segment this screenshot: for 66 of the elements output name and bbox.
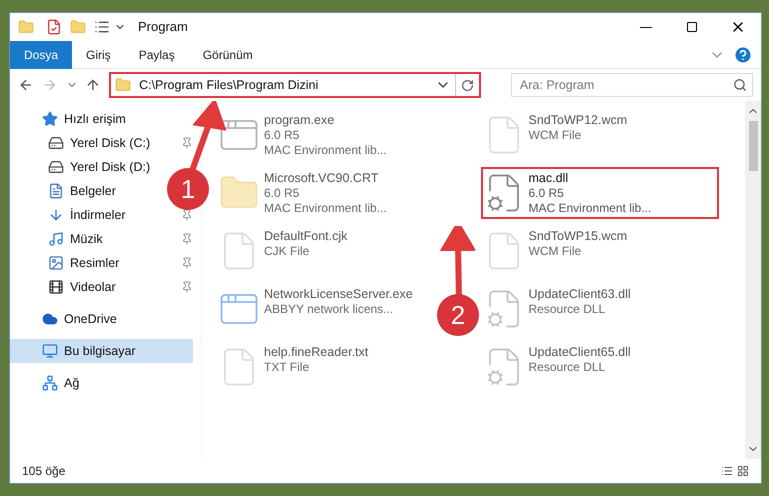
monitor-icon [42, 343, 58, 359]
window-title: Program [138, 18, 188, 36]
sidebar-item[interactable]: Resimler [10, 251, 128, 275]
scrollbar[interactable] [745, 101, 761, 459]
file-name[interactable]: program.exe [264, 113, 387, 128]
file-name[interactable]: DefaultFont.cjk [264, 229, 348, 244]
file-detail: Resource DLL [528, 302, 606, 317]
ribbon-tab[interactable]: Giriş [72, 40, 125, 68]
refresh-icon[interactable] [461, 78, 474, 92]
sidebar-item[interactable]: Yerel Disk (D:) [10, 155, 158, 179]
ribbon-tab[interactable]: Dosya [10, 40, 72, 68]
file-detail: Resource DLL [528, 360, 606, 375]
scrollbar-thumb[interactable] [748, 121, 758, 171]
cloud-icon [42, 311, 58, 327]
file-detail: MAC Environment lib... [264, 143, 387, 158]
minimize-icon [640, 26, 652, 28]
file-name[interactable]: SndToWP15.wcm [528, 229, 628, 244]
file-name[interactable]: help.fineReader.txt [264, 345, 368, 360]
film-icon [48, 279, 64, 295]
file-detail: MAC Environment lib... [264, 201, 387, 216]
drive-icon [48, 159, 64, 175]
file-detail: CJK File [264, 244, 310, 259]
back-icon[interactable] [18, 77, 34, 93]
file-detail: 6.0 R5 [264, 186, 300, 201]
file-detail: 6.0 R5 [264, 128, 300, 143]
help-icon[interactable] [733, 44, 753, 64]
sidebar-item[interactable]: Hızlı erişim [10, 107, 134, 131]
forward-icon[interactable] [42, 77, 58, 93]
star-icon [42, 111, 58, 127]
file-detail: MAC Environment lib... [528, 201, 652, 216]
ribbon-tab[interactable]: Görünüm [188, 40, 267, 68]
file-name[interactable]: UpdateClient63.dll [528, 287, 631, 302]
folder-icon [115, 77, 132, 93]
address-path: C:\Program Files\Program Dizini [139, 76, 320, 94]
file-detail: WCM File [528, 244, 582, 259]
file-detail: WCM File [528, 128, 582, 143]
file-name[interactable]: mac.dll [528, 171, 652, 186]
item-count: 105 öğe [22, 463, 66, 480]
properties-icon[interactable] [46, 19, 62, 35]
file-name[interactable]: SndToWP12.wcm [528, 113, 628, 128]
file-detail: ABBYY network licens... [264, 302, 394, 317]
search-icon [733, 78, 748, 92]
sidebar-item[interactable]: Müzik [10, 227, 111, 251]
network-icon [42, 375, 58, 391]
file-detail: TXT File [264, 360, 310, 375]
file-name[interactable]: Microsoft.VC90.CRT [264, 171, 387, 186]
document-icon [48, 183, 64, 199]
sidebar-item[interactable]: Belgeler [10, 179, 124, 203]
drive-icon [48, 135, 64, 151]
music-note-icon [48, 231, 64, 247]
tiles-view-icon[interactable] [737, 465, 749, 477]
sidebar-item[interactable]: Yerel Disk (C:) [10, 131, 158, 155]
file-detail: 6.0 R5 [528, 186, 565, 201]
file-name[interactable]: UpdateClient65.dll [528, 345, 631, 360]
maximize-icon [686, 21, 698, 33]
file-name[interactable]: NetworkLicenseServer.exe [264, 287, 413, 302]
sidebar-item[interactable]: Bu bilgisayar [10, 339, 193, 363]
sidebar-item[interactable]: OneDrive [10, 307, 125, 331]
list-icon[interactable] [94, 19, 110, 35]
search-field[interactable]: Ara: Program [510, 73, 754, 97]
sidebar-item[interactable]: İndirmeler [10, 203, 134, 227]
picture-icon [48, 255, 64, 271]
sidebar-item[interactable]: Videolar [10, 275, 124, 299]
ribbon-tab[interactable]: Paylaş [124, 40, 189, 68]
sidebar-item[interactable]: Ağ [10, 371, 88, 395]
address-bar[interactable]: C:\Program Files\Program Dizini [109, 72, 482, 98]
